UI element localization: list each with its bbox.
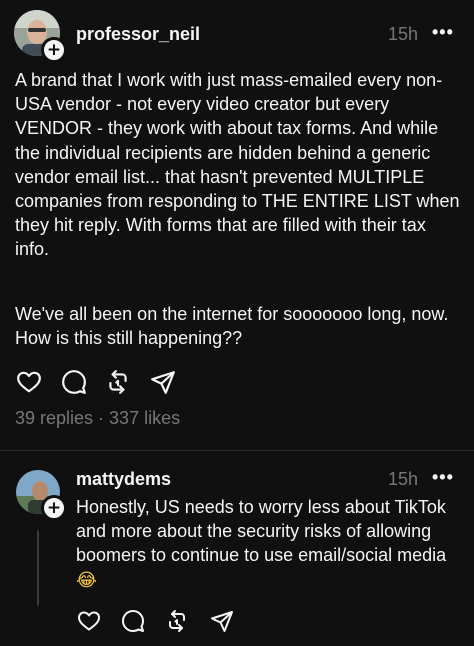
reply-avatar-wrap[interactable]: +	[16, 470, 67, 521]
post-body-paragraph-1: A brand that I work with just mass-email…	[15, 70, 465, 260]
repost-icon[interactable]	[165, 609, 189, 633]
send-icon[interactable]	[150, 369, 176, 395]
reply-text: Honestly, US needs to worry less about T…	[76, 497, 451, 566]
post-body-paragraph-2: We've all been on the internet for soooo…	[15, 304, 454, 349]
more-options-icon[interactable]: •••	[432, 467, 454, 488]
reply-body: Honestly, US needs to worry less about T…	[76, 495, 462, 593]
follow-plus-icon[interactable]: +	[41, 495, 67, 521]
post-timestamp: 15h	[388, 24, 419, 44]
follow-plus-icon[interactable]: +	[41, 37, 67, 63]
post-avatar-wrap[interactable]: +	[14, 10, 67, 63]
comment-icon[interactable]	[121, 609, 145, 633]
laughing-emoji: 😂	[76, 569, 98, 591]
thread-line	[37, 530, 39, 606]
reply-timestamp: 15h	[388, 469, 419, 489]
divider	[0, 450, 474, 451]
send-icon[interactable]	[210, 609, 234, 633]
repost-icon[interactable]	[105, 369, 131, 395]
post-stats[interactable]: 39 replies · 337 likes	[15, 408, 180, 429]
reply-username[interactable]: mattydems	[76, 469, 171, 490]
more-options-icon[interactable]: •••	[432, 22, 454, 43]
heart-icon[interactable]	[16, 369, 42, 395]
post-username[interactable]: professor_neil	[76, 24, 200, 45]
heart-icon[interactable]	[77, 609, 101, 633]
comment-icon[interactable]	[61, 369, 87, 395]
